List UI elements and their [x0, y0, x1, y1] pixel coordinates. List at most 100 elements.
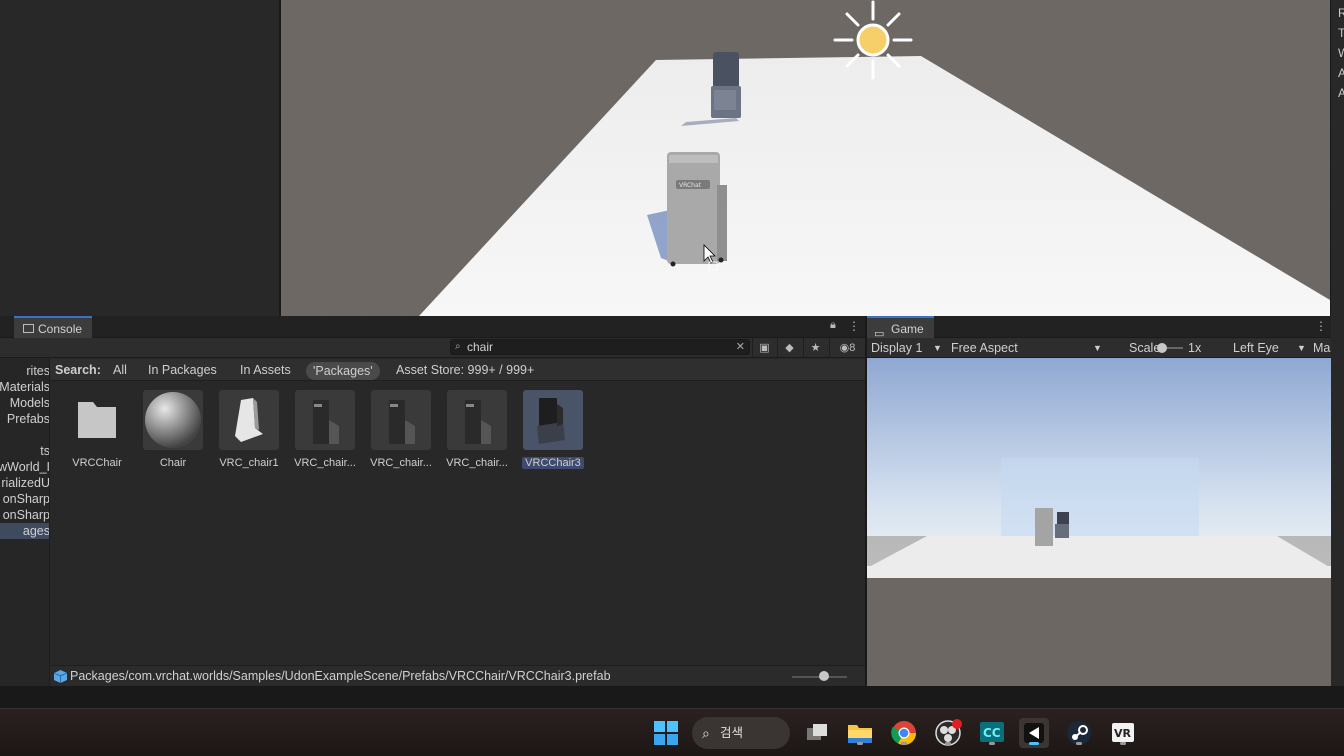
windows-start-icon[interactable]: [651, 718, 681, 748]
folder-tree-item[interactable]: Materials: [0, 379, 50, 395]
search-value: chair: [467, 340, 494, 354]
scale-slider-handle[interactable]: [1157, 343, 1167, 353]
inspector-letter: A: [1338, 66, 1344, 80]
game-toolbar: Display 1 ▼ Free Aspect ▼ Scale 1x Left …: [867, 338, 1331, 358]
folder-tree-label: wWorld_I: [0, 460, 50, 474]
obs-icon[interactable]: [933, 718, 963, 748]
creator-companion-icon[interactable]: CC: [977, 718, 1007, 748]
game-panel[interactable]: ▭ Game ⋮ Display 1 ▼ Free Aspect ▼ Scale…: [866, 316, 1331, 686]
asset-label: VRC_chair...: [446, 457, 508, 469]
mesh-chair-icon: [219, 390, 279, 450]
asset-item[interactable]: VRC_chair...: [442, 390, 512, 469]
asset-label: VRC_chair1: [219, 457, 279, 469]
prefab-chair-icon: [295, 390, 355, 450]
filter-asset-store[interactable]: Asset Store: 999+ / 999+: [396, 359, 534, 381]
tab-console[interactable]: Console: [14, 316, 93, 338]
folder-tree-item[interactable]: ages: [0, 523, 50, 539]
folder-tree-item[interactable]: rites: [0, 363, 49, 379]
folder-tree-label: ages: [22, 524, 50, 538]
folder-tree-item[interactable]: Models: [0, 395, 49, 411]
asset-item-selected[interactable]: VRCChair3: [518, 390, 588, 469]
search-input[interactable]: ⌕ chair ✕: [450, 339, 750, 355]
inspector-letter: A: [1338, 86, 1344, 100]
folder-tree-label: Materials: [0, 380, 50, 394]
chrome-icon[interactable]: [889, 718, 919, 748]
more-menu-icon[interactable]: ⋮: [848, 319, 860, 333]
svg-text:VR: VR: [1114, 727, 1132, 740]
scene-canvas[interactable]: VRChat: [281, 0, 1330, 316]
eye-slash-icon: ◉: [839, 342, 850, 354]
svg-text:CC: CC: [983, 726, 1001, 740]
material-sphere-icon: [143, 390, 203, 450]
game-view[interactable]: [867, 358, 1331, 686]
aspect-dropdown[interactable]: Free Aspect: [951, 338, 1018, 358]
folder-tree-item[interactable]: onSharp: [0, 507, 49, 523]
chevron-down-icon: ▼: [933, 343, 942, 353]
vr-app-icon[interactable]: VR: [1108, 718, 1138, 748]
display-dropdown[interactable]: Display 1: [871, 338, 922, 358]
filter-in-assets[interactable]: In Assets: [240, 359, 291, 381]
clear-search-icon[interactable]: ✕: [736, 340, 745, 354]
tab-label: Console: [38, 322, 83, 336]
project-toolbar: ⌕ chair ✕ ▣ ◆ ★ ◉8: [0, 338, 865, 358]
stereo-eye-dropdown[interactable]: Left Eye: [1233, 338, 1279, 358]
asset-item[interactable]: VRC_chair...: [290, 390, 360, 469]
prefab-cube-icon: [54, 670, 67, 683]
hidden-packages-button[interactable]: ◉8: [829, 338, 865, 358]
asset-label: VRC_chair...: [370, 457, 432, 469]
thumbnail-size-slider-handle[interactable]: [819, 671, 829, 681]
scale-label: Scale: [1129, 341, 1161, 355]
hierarchy-panel[interactable]: [0, 0, 280, 316]
asset-item[interactable]: VRC_chair1: [214, 390, 284, 469]
asset-item[interactable]: Chair: [138, 390, 208, 469]
favorite-star-icon[interactable]: ★: [803, 338, 827, 358]
directional-light-icon[interactable]: [833, 0, 913, 80]
inspector-letter: T: [1338, 26, 1344, 40]
windows-taskbar: ⌕ 검색 CC VR: [0, 708, 1344, 756]
folder-tree[interactable]: rites Materials Models Prefabs ts wWorld_Iria…: [0, 359, 50, 686]
folder-tree-item[interactable]: rializedU: [0, 475, 50, 491]
filter-in-packages[interactable]: In Packages: [148, 359, 217, 381]
search-by-type-icon[interactable]: ▣: [752, 338, 776, 358]
inspector-panel[interactable]: R T W A A: [1330, 0, 1344, 686]
hidden-count: 8: [849, 342, 856, 354]
maximize-toggle[interactable]: Ma: [1313, 338, 1330, 358]
folder-tree-item[interactable]: onSharp: [0, 491, 49, 507]
asset-item[interactable]: VRCChair: [62, 390, 132, 469]
folder-tree-item[interactable]: ts: [0, 443, 49, 459]
prefab-chair-icon: [371, 390, 431, 450]
search-by-label-icon[interactable]: ◆: [777, 338, 801, 358]
inspector-letter: R: [1338, 6, 1344, 20]
search-icon: ⌕: [702, 725, 710, 741]
task-view-icon[interactable]: [802, 718, 832, 748]
more-menu-icon[interactable]: ⋮: [1315, 319, 1327, 333]
file-explorer-icon[interactable]: [845, 718, 875, 748]
steam-icon[interactable]: [1064, 718, 1094, 748]
taskbar-search-button[interactable]: ⌕ 검색: [692, 717, 790, 749]
game-tabbar: ▭ Game ⋮: [867, 316, 1331, 340]
folder-tree-label: Prefabs: [6, 412, 50, 426]
inspector-letter: W: [1338, 46, 1344, 60]
scene-view[interactable]: VRChat: [281, 0, 1330, 316]
folder-tree-item[interactable]: Prefabs: [0, 411, 50, 427]
tab-game[interactable]: ▭ Game: [867, 316, 934, 340]
folder-tree-label: rializedU: [1, 476, 50, 490]
selected-asset-path: Packages/com.vrchat.worlds/Samples/UdonE…: [70, 669, 611, 683]
svg-text:VRChat: VRChat: [679, 182, 702, 189]
folder-tree-item[interactable]: wWorld_I: [0, 459, 50, 475]
tab-label: Game: [891, 322, 924, 336]
console-icon: [23, 324, 34, 333]
filter-all[interactable]: All: [113, 359, 127, 381]
search-icon: ⌕: [455, 341, 461, 352]
filter-packages[interactable]: 'Packages': [306, 362, 380, 380]
selected-asset-path-bar: Packages/com.vrchat.worlds/Samples/UdonE…: [50, 665, 865, 686]
asset-item[interactable]: VRC_chair...: [366, 390, 436, 469]
chevron-down-icon: ▼: [1093, 343, 1102, 353]
project-panel[interactable]: Console 🔒︎ ⋮ ⌕ chair ✕ ▣ ◆ ★ ◉8 rites Mat…: [0, 316, 865, 686]
asset-label: VRC_chair...: [294, 457, 356, 469]
folder-tree-item[interactable]: [0, 427, 49, 443]
status-strip: [0, 686, 1344, 708]
unity-icon[interactable]: [1019, 718, 1049, 748]
lock-icon[interactable]: 🔒︎: [830, 319, 836, 332]
asset-label: VRCChair: [72, 457, 122, 469]
